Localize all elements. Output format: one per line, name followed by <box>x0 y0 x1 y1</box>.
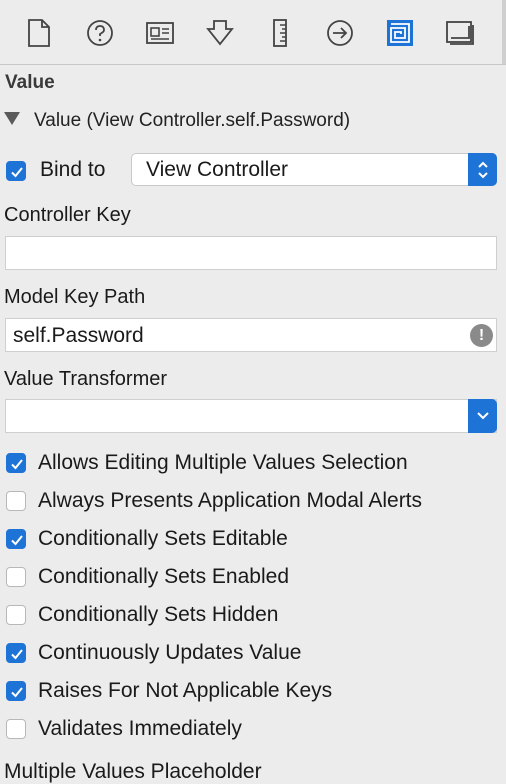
multiple-values-placeholder-label: Multiple Values Placeholder <box>4 760 262 783</box>
connections-inspector-icon[interactable] <box>322 15 358 51</box>
view-effects-inspector-icon[interactable] <box>442 15 478 51</box>
option-checkbox[interactable] <box>6 453 26 473</box>
option-checkbox[interactable] <box>6 605 26 625</box>
section-title: Value <box>5 72 55 93</box>
file-inspector-icon[interactable] <box>21 15 57 51</box>
option-checkbox[interactable] <box>6 529 26 549</box>
option-label[interactable]: Conditionally Sets Editable <box>38 527 288 551</box>
controller-key-label: Controller Key <box>4 204 131 226</box>
model-key-path-value: self.Password <box>13 324 144 347</box>
bind-to-popup-value: View Controller <box>146 158 289 181</box>
popup-stepper-icon <box>468 153 497 186</box>
option-label[interactable]: Continuously Updates Value <box>38 641 301 665</box>
option-checkbox[interactable] <box>6 681 26 701</box>
bind-to-label: Bind to <box>40 158 106 181</box>
attributes-inspector-icon[interactable] <box>202 15 238 51</box>
size-inspector-icon[interactable] <box>262 15 298 51</box>
warning-icon[interactable]: ! <box>470 324 493 347</box>
quick-help-icon[interactable] <box>82 15 118 51</box>
option-checkbox[interactable] <box>6 719 26 739</box>
model-key-path-field[interactable]: self.Password ! <box>5 318 497 352</box>
option-label[interactable]: Always Presents Application Modal Alerts <box>38 489 422 513</box>
bindings-inspector-icon[interactable] <box>382 15 418 51</box>
option-checkbox[interactable] <box>6 491 26 511</box>
inspector-toolbar <box>0 0 506 65</box>
value-transformer-combobox[interactable] <box>5 399 497 433</box>
value-transformer-label: Value Transformer <box>4 368 168 390</box>
option-label[interactable]: Raises For Not Applicable Keys <box>38 679 332 703</box>
model-key-path-label: Model Key Path <box>4 286 146 308</box>
option-label[interactable]: Validates Immediately <box>38 717 242 741</box>
controller-key-field[interactable] <box>5 236 497 270</box>
bind-to-popup[interactable]: View Controller <box>131 153 497 186</box>
scroller-edge <box>502 0 506 64</box>
option-label[interactable]: Conditionally Sets Hidden <box>38 603 278 627</box>
option-checkbox[interactable] <box>6 567 26 587</box>
bind-to-checkbox[interactable] <box>6 161 26 181</box>
disclosure-triangle-icon[interactable] <box>4 112 20 125</box>
option-checkbox[interactable] <box>6 643 26 663</box>
identity-inspector-icon[interactable] <box>142 15 178 51</box>
option-label[interactable]: Allows Editing Multiple Values Selection <box>38 451 408 475</box>
binding-disclosure-label[interactable]: Value (View Controller.self.Password) <box>34 110 350 132</box>
chevron-down-icon[interactable] <box>468 399 497 433</box>
option-label[interactable]: Conditionally Sets Enabled <box>38 565 289 589</box>
